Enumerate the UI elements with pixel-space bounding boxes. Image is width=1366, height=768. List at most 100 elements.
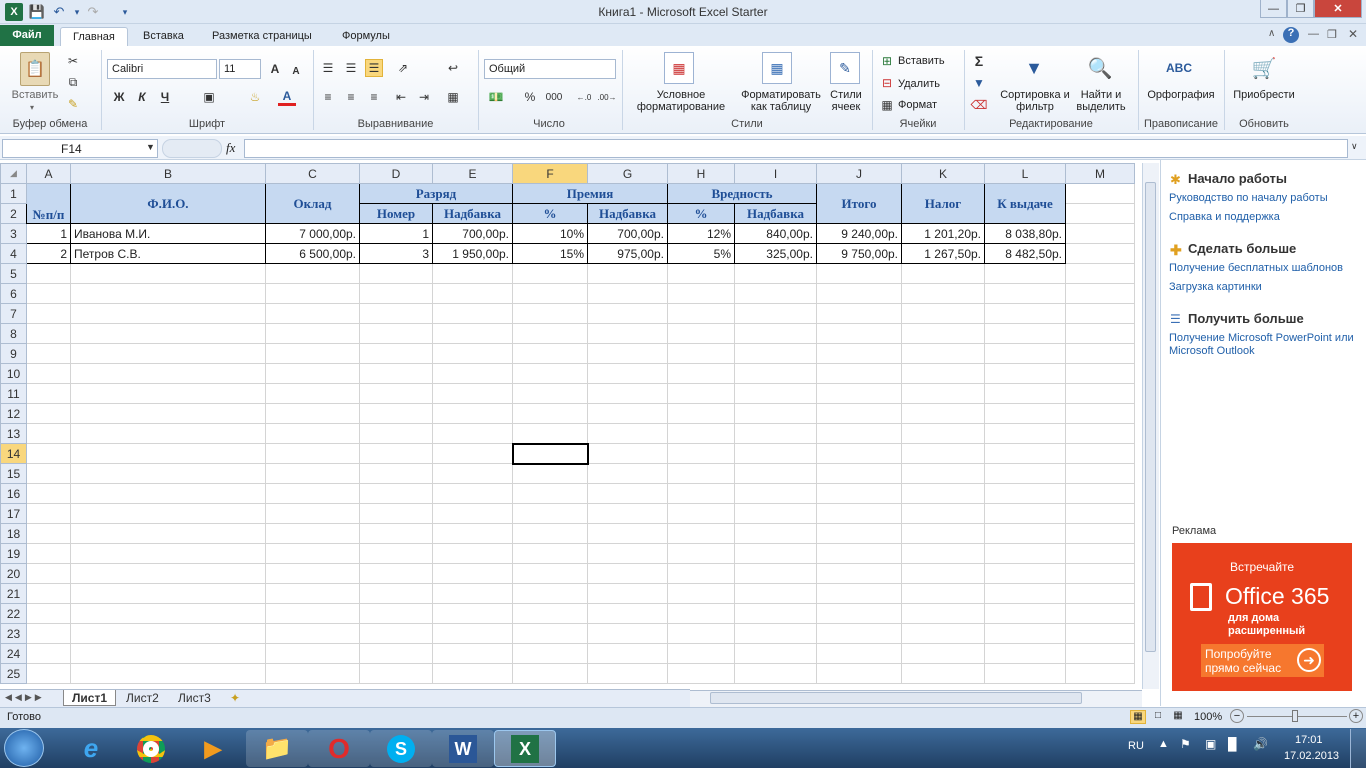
row-header[interactable]: 8 — [0, 323, 27, 344]
row-header[interactable]: 4 — [0, 243, 27, 264]
cell[interactable] — [359, 423, 433, 444]
cell[interactable] — [667, 403, 735, 424]
cell[interactable] — [70, 643, 266, 664]
row-header[interactable]: 13 — [0, 423, 27, 444]
cell[interactable] — [587, 543, 668, 564]
cell[interactable] — [984, 283, 1066, 304]
action-center-icon[interactable]: ⚑ — [1180, 737, 1191, 751]
cell[interactable] — [265, 343, 360, 364]
cell[interactable] — [359, 583, 433, 604]
ie-taskbar-icon[interactable]: e — [60, 730, 122, 767]
row-header[interactable]: 5 — [0, 263, 27, 284]
cell[interactable] — [26, 303, 71, 324]
cell[interactable] — [265, 443, 360, 464]
cell[interactable] — [1065, 523, 1135, 544]
cell[interactable] — [667, 463, 735, 484]
cell[interactable] — [901, 503, 985, 524]
format-as-table-button[interactable]: Форматировать как таблицу — [736, 89, 826, 113]
align-left-icon[interactable]: ≡ — [319, 88, 337, 106]
cell[interactable] — [432, 563, 513, 584]
cell[interactable] — [70, 383, 266, 404]
grow-font-button[interactable]: A — [266, 60, 284, 78]
cell[interactable] — [734, 663, 817, 684]
cell[interactable] — [587, 663, 668, 684]
align-middle-icon[interactable]: ☰ — [342, 59, 360, 77]
row-header[interactable]: 19 — [0, 543, 27, 564]
cell[interactable] — [265, 263, 360, 284]
cell[interactable] — [70, 423, 266, 444]
cell[interactable] — [816, 423, 902, 444]
cell[interactable] — [359, 343, 433, 364]
row-header[interactable]: 10 — [0, 363, 27, 384]
cell[interactable] — [984, 323, 1066, 344]
cell[interactable] — [1065, 263, 1135, 284]
cell[interactable] — [26, 583, 71, 604]
cell[interactable] — [901, 323, 985, 344]
cell[interactable]: 1 — [359, 223, 433, 244]
cell[interactable] — [512, 283, 588, 304]
cell[interactable]: 3 — [359, 243, 433, 264]
find-select-icon[interactable]: 🔍 — [1084, 52, 1116, 84]
purchase-button[interactable]: Приобрести — [1228, 89, 1300, 101]
sheet-tab[interactable]: Лист2 — [118, 690, 167, 706]
cell[interactable] — [70, 363, 266, 384]
explorer-taskbar-icon[interactable]: 📁 — [246, 730, 308, 767]
copy-icon[interactable]: ⧉ — [64, 73, 82, 91]
cell[interactable] — [512, 503, 588, 524]
cell[interactable] — [512, 403, 588, 424]
cut-icon[interactable]: ✂ — [64, 52, 82, 70]
tab-file[interactable]: Файл — [0, 25, 54, 46]
clear-icon[interactable]: ⌫ — [970, 96, 988, 114]
cell[interactable] — [26, 523, 71, 544]
cell[interactable] — [432, 663, 513, 684]
align-center-icon[interactable]: ≡ — [342, 88, 360, 106]
cell[interactable] — [432, 503, 513, 524]
cell[interactable] — [984, 423, 1066, 444]
row-header[interactable]: 1 — [0, 183, 27, 204]
vertical-scroll-thumb[interactable] — [1145, 182, 1156, 652]
cell[interactable] — [667, 323, 735, 344]
cell[interactable] — [816, 343, 902, 364]
align-top-icon[interactable]: ☰ — [319, 59, 337, 77]
insert-cells-icon[interactable]: ⊞ — [878, 52, 896, 70]
cell[interactable] — [512, 463, 588, 484]
cell[interactable] — [816, 523, 902, 544]
header-cell[interactable]: Оклад — [265, 183, 360, 224]
cell[interactable] — [1065, 343, 1135, 364]
row-header[interactable]: 6 — [0, 283, 27, 304]
cell[interactable] — [359, 523, 433, 544]
cell[interactable] — [984, 603, 1066, 624]
cell[interactable] — [984, 663, 1066, 684]
cell[interactable] — [512, 263, 588, 284]
cell[interactable] — [359, 543, 433, 564]
cell[interactable] — [587, 343, 668, 364]
cell[interactable] — [984, 643, 1066, 664]
column-header[interactable]: K — [901, 163, 985, 184]
row-header[interactable]: 15 — [0, 463, 27, 484]
cell[interactable]: 1 201,20р. — [901, 223, 985, 244]
cell[interactable] — [432, 483, 513, 504]
row-header[interactable]: 18 — [0, 523, 27, 544]
cell[interactable] — [816, 503, 902, 524]
cell[interactable] — [70, 543, 266, 564]
number-format-combo[interactable]: Общий — [484, 59, 616, 79]
cell[interactable] — [667, 363, 735, 384]
cell[interactable] — [734, 463, 817, 484]
cell[interactable] — [984, 443, 1066, 464]
pane-link[interactable]: Загрузка картинки — [1169, 281, 1262, 293]
cell[interactable] — [265, 503, 360, 524]
cell[interactable] — [1065, 623, 1135, 644]
fill-color-icon[interactable]: ♨ — [246, 88, 264, 106]
cell[interactable] — [26, 483, 71, 504]
cell[interactable] — [26, 263, 71, 284]
cell[interactable] — [512, 483, 588, 504]
column-header[interactable]: H — [667, 163, 735, 184]
cell-styles-button[interactable]: Стили ячеек — [824, 89, 868, 113]
cell[interactable] — [816, 463, 902, 484]
cell[interactable] — [984, 263, 1066, 284]
cell[interactable]: 9 750,00р. — [816, 243, 902, 264]
cell[interactable] — [1065, 643, 1135, 664]
cell[interactable] — [70, 663, 266, 684]
cell[interactable] — [816, 363, 902, 384]
cell[interactable] — [26, 563, 71, 584]
